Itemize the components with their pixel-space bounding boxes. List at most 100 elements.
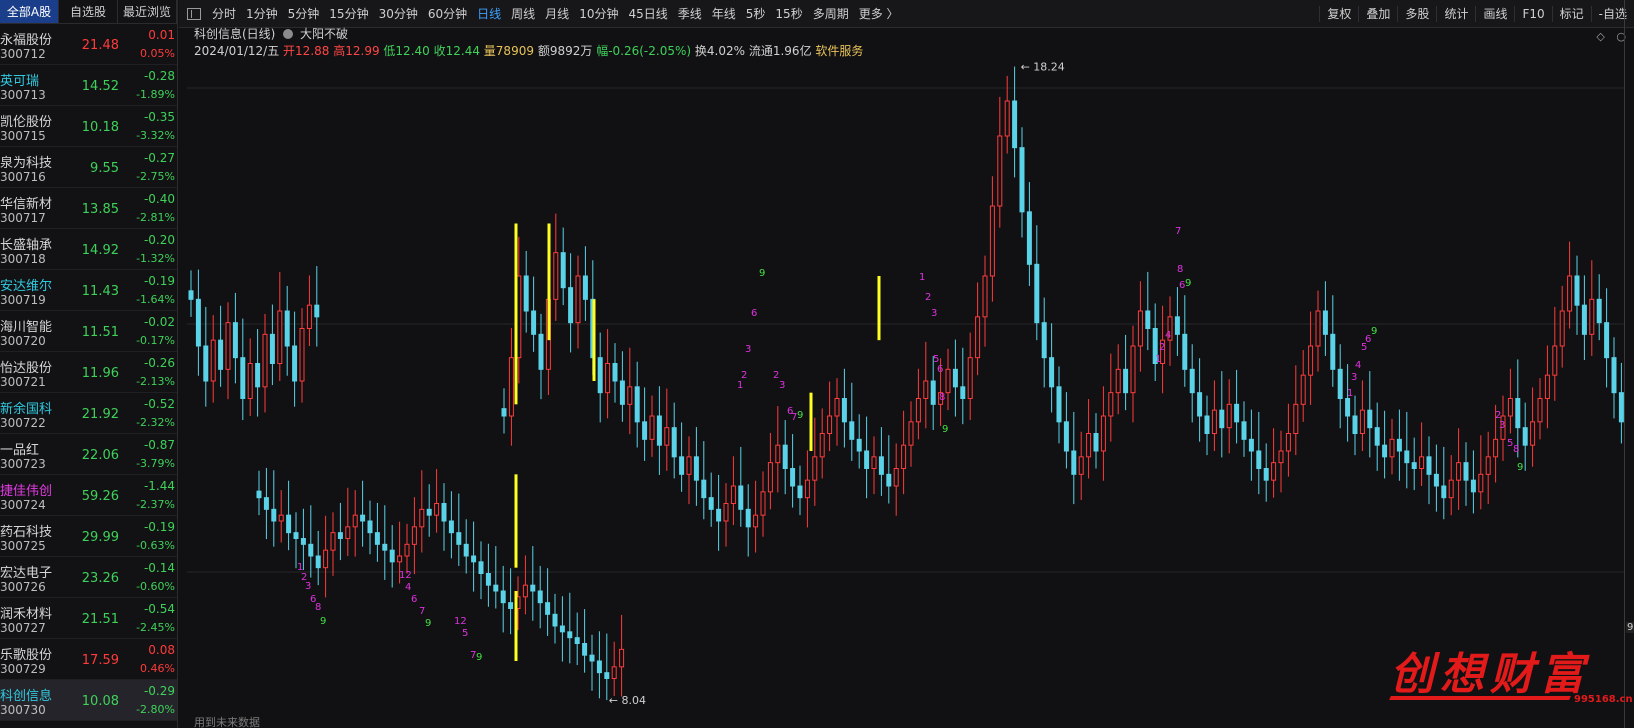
stock-code: 300719 (0, 293, 46, 307)
td-count-marker: 12 (454, 616, 467, 627)
candle-body (1404, 450, 1410, 464)
td-count-marker: 12 (399, 570, 412, 581)
stock-price: 29.99 (81, 530, 119, 545)
candle-body (277, 310, 283, 364)
candle-body (374, 532, 380, 545)
stock-row[interactable]: 一品红 300723 22.06 -0.87 -3.79% (0, 434, 177, 475)
watermark-logo: 创想财富 995168.cn (1389, 638, 1633, 718)
candle-body (560, 252, 566, 289)
diamond-icon[interactable]: ◇ (1596, 30, 1604, 43)
candle-body (997, 135, 1003, 207)
candle-body (1026, 211, 1032, 265)
stock-row[interactable]: 怡达股份 300721 11.96 -0.26 -2.13% (0, 352, 177, 393)
stock-row[interactable]: 泉为科技 300716 9.55 -0.27 -2.75% (0, 147, 177, 188)
candle-body (1219, 409, 1225, 429)
sidebar-tab-2[interactable]: 最近浏览 (118, 0, 177, 23)
candle-body (299, 328, 305, 382)
candle-body (679, 456, 685, 475)
candle-body (923, 380, 929, 399)
candle-body (314, 304, 320, 318)
candle-body (1226, 403, 1232, 429)
right-price-scale[interactable] (1624, 0, 1634, 728)
indicator-name[interactable]: 大阳不破 (300, 27, 348, 41)
candle-body (523, 275, 529, 312)
stock-name: 英可瑞 (0, 74, 40, 89)
td-count-marker: 9 (425, 618, 431, 629)
stock-row[interactable]: 科创信息 300730 10.08 -0.29 -2.80% (0, 680, 177, 721)
stock-change-pct: -2.32% (136, 416, 175, 429)
stock-change-pct: -1.64% (136, 293, 175, 306)
candle-body (945, 368, 951, 394)
candle-body (1211, 409, 1217, 434)
candle-body (255, 363, 261, 388)
candle-body (1493, 438, 1499, 458)
stock-row[interactable]: 安达维尔 300719 11.43 -0.19 -1.64% (0, 270, 177, 311)
td-count-marker: 6 (751, 308, 757, 319)
candle-body (404, 543, 410, 557)
stock-code: 300718 (0, 252, 46, 266)
candle-body (1567, 275, 1573, 312)
stock-row[interactable]: 乐歌股份 300729 17.59 0.08 0.46% (0, 639, 177, 680)
readout-sector[interactable]: 软件服务 (815, 44, 863, 58)
stock-change-pct: -1.32% (136, 252, 175, 265)
candle-body (538, 333, 544, 370)
stock-row[interactable]: 华信新材 300717 13.85 -0.40 -2.81% (0, 188, 177, 229)
candle-body (612, 363, 618, 382)
stock-row[interactable]: 宏达电子 300726 23.26 -0.14 -0.60% (0, 557, 177, 598)
stock-price: 11.43 (81, 284, 119, 299)
candle-body (1382, 444, 1388, 458)
stock-change-pct: -0.63% (136, 539, 175, 552)
stock-change: -0.52 (143, 397, 175, 411)
settings-gear-icon[interactable] (283, 29, 294, 39)
candle-body (812, 456, 818, 481)
candle-body (240, 357, 246, 399)
stock-change: -0.14 (143, 561, 175, 575)
stock-name: 捷佳伟创 (0, 484, 53, 499)
candle-body (1086, 433, 1092, 458)
kline-chart[interactable]: ← 18.24← 8.04123689124679 1257 9123692367 9… (179, 0, 1624, 728)
candle-body (745, 508, 751, 528)
candle-body (367, 520, 373, 534)
stock-row[interactable]: 永福股份 300712 21.48 0.01 0.05% (0, 24, 177, 65)
stock-row[interactable]: 凯伦股份 300715 10.18 -0.35 -3.32% (0, 106, 177, 147)
stock-price: 59.26 (81, 489, 119, 504)
candle-body (1574, 275, 1580, 306)
td-count-marker: 2 (925, 292, 931, 303)
stock-code: 300726 (0, 580, 46, 594)
candle-body (790, 468, 796, 487)
candle-body (841, 398, 847, 423)
candle-body (1433, 473, 1439, 487)
chart-title: 科创信息(日线) (194, 27, 276, 41)
stock-price: 23.26 (81, 571, 119, 586)
candle-body (1345, 398, 1351, 417)
candle-body (1552, 345, 1558, 376)
td-count-marker: 5 (462, 628, 468, 639)
td-count-marker: 3 (779, 380, 785, 391)
candle-body (819, 433, 825, 458)
stock-change-pct: -3.32% (136, 129, 175, 142)
stock-change: -0.54 (143, 602, 175, 616)
candle-body (730, 485, 736, 504)
sidebar-tab-0[interactable]: 全部A股 (0, 0, 59, 23)
td-count-marker: 6 (411, 594, 417, 605)
stock-row[interactable]: 英可瑞 300713 14.52 -0.28 -1.89% (0, 65, 177, 106)
signal-bar (514, 591, 518, 661)
signal-bar (877, 276, 881, 341)
stock-row[interactable]: 润禾材料 300727 21.51 -0.54 -2.45% (0, 598, 177, 639)
sidebar-tab-1[interactable]: 自选股 (59, 0, 118, 23)
stock-row[interactable]: 新余国科 300722 21.92 -0.52 -2.32% (0, 393, 177, 434)
stock-code: 300716 (0, 170, 46, 184)
stock-row[interactable]: 长盛轴承 300718 14.92 -0.20 -1.32% (0, 229, 177, 270)
td-count-marker: 1 (1155, 354, 1161, 365)
candle-body (1012, 100, 1018, 149)
stock-row[interactable]: 捷佳伟创 300724 59.26 -1.44 -2.37% (0, 475, 177, 516)
candle-body (263, 497, 269, 510)
stock-change-pct: 0.05% (140, 47, 175, 60)
stock-row[interactable]: 海川智能 300720 11.51 -0.02 -0.17% (0, 311, 177, 352)
candle-body (553, 252, 559, 300)
stock-row[interactable]: 药石科技 300725 29.99 -0.19 -0.63% (0, 516, 177, 557)
candle-body (901, 444, 907, 469)
candle-body (1544, 374, 1550, 399)
td-count-marker: 9 (797, 410, 803, 421)
candle-body (605, 363, 611, 394)
